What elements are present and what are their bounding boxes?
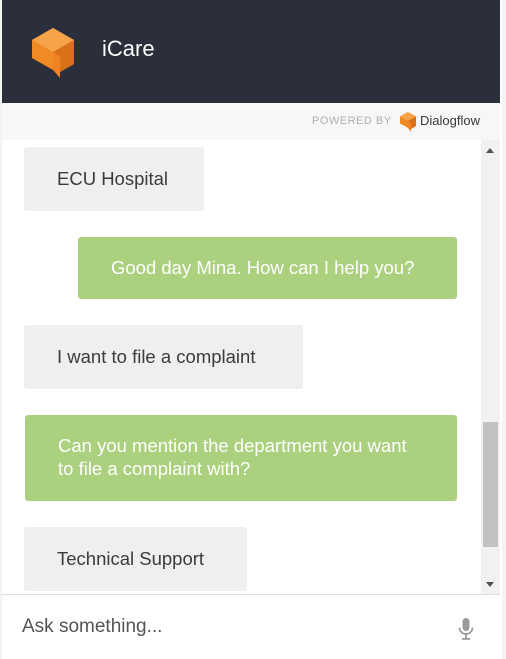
message-input-bar [2,594,500,659]
scroll-thumb[interactable] [483,422,498,547]
scroll-up-arrow-icon[interactable] [486,148,494,153]
microphone-icon[interactable] [457,617,475,641]
powered-by-label: POWERED BY [312,115,392,127]
window-edge-right [502,0,506,659]
user-message: Good day Mina. How can I help you? [78,237,457,299]
message-list: ECU Hospital Good day Mina. How can I he… [2,140,481,594]
bot-message: ECU Hospital [24,147,204,211]
chat-widget: iCare POWERED BY Dialogflow ECU Hospital… [0,0,506,659]
dialogflow-brand-name: Dialogflow [420,113,480,128]
bot-message: Technical Support [24,527,247,591]
bot-title: iCare [102,36,155,61]
dialogflow-cube-icon [32,28,74,78]
bot-message: I want to file a complaint [24,325,303,389]
user-message: Can you mention the department you want … [25,415,457,501]
chat-scrollbar[interactable] [481,140,500,594]
dialogflow-logo-icon [400,112,416,132]
chat-header: iCare [2,0,500,103]
message-input[interactable] [22,609,442,645]
scroll-down-arrow-icon[interactable] [486,582,494,587]
powered-by-bar: POWERED BY Dialogflow [2,103,500,140]
